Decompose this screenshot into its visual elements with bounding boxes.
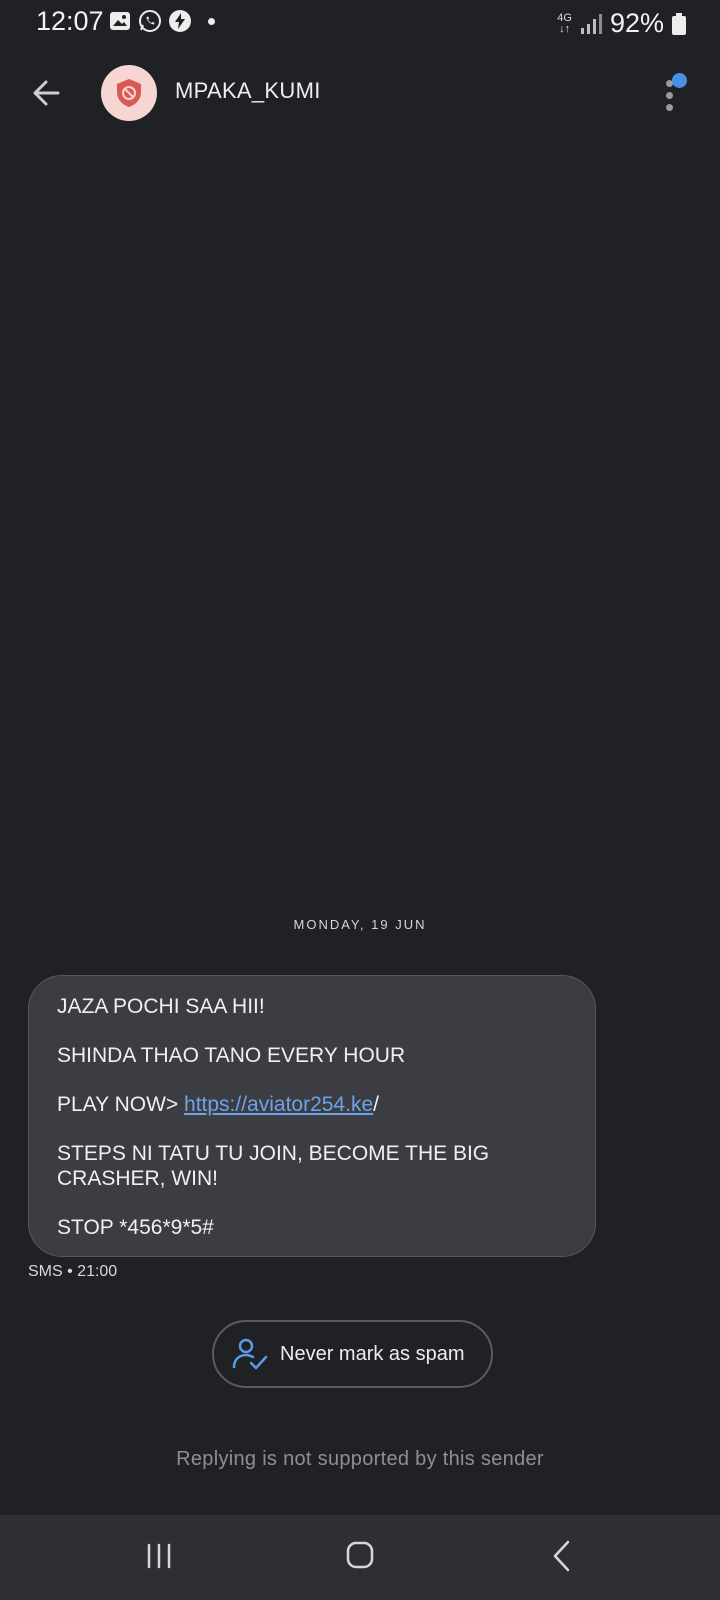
battery-icon — [672, 12, 686, 35]
message-link[interactable]: https://aviator254.ke — [184, 1093, 373, 1116]
message-text: / — [373, 1093, 379, 1116]
message-line: SHINDA THAO TANO EVERY HOUR — [57, 1044, 406, 1067]
reply-not-supported-note: Replying is not supported by this sender — [176, 1448, 544, 1470]
status-time: 12:07 — [36, 6, 104, 36]
gallery-icon — [110, 12, 130, 30]
back-icon[interactable] — [548, 1539, 578, 1573]
conversation-header: MPAKA_KUMI — [0, 60, 720, 126]
notification-badge-icon — [672, 73, 687, 88]
never-mark-spam-button[interactable]: Never mark as spam — [212, 1320, 493, 1388]
avatar[interactable] — [101, 65, 157, 121]
bolt-icon — [169, 10, 191, 32]
spam-shield-icon — [117, 79, 141, 107]
dot-icon — [208, 17, 215, 25]
system-status: 4G ↓↑ 92% — [557, 8, 686, 39]
message-line: STOP *456*9*5# — [57, 1216, 214, 1239]
home-icon[interactable] — [345, 1540, 375, 1570]
contact-name[interactable]: MPAKA_KUMI — [175, 78, 321, 104]
data-arrows-icon: ↓↑ — [559, 22, 571, 35]
never-mark-spam-label: Never mark as spam — [280, 1342, 465, 1365]
date-separator: MONDAY, 19 JUN — [293, 917, 427, 932]
whatsapp-icon — [139, 10, 161, 32]
message-meta: SMS • 21:00 — [28, 1263, 118, 1280]
more-options-button[interactable] — [656, 68, 696, 118]
battery-percentage: 92% — [609, 8, 664, 38]
message-line: JAZA POCHI SAA HII! — [57, 995, 265, 1018]
status-bar: 12:07 4G ↓↑ 92% — [0, 0, 720, 46]
network-indicator: 4G ↓↑ — [557, 11, 572, 35]
back-arrow-icon[interactable] — [28, 73, 68, 113]
message-line: STEPS NI TATU TU JOIN, BECOME THE BIG CR… — [57, 1142, 495, 1190]
recent-apps-icon[interactable] — [144, 1541, 174, 1571]
notification-icons — [108, 9, 215, 33]
navigation-bar — [0, 1515, 720, 1600]
message-line: PLAY NOW> https://aviator254.ke/ — [57, 1092, 567, 1117]
signal-icon — [580, 13, 602, 34]
network-type: 4G — [557, 11, 572, 24]
more-dot — [666, 104, 673, 111]
more-dot — [666, 92, 673, 99]
message-bubble[interactable]: JAZA POCHI SAA HII! SHINDA THAO TANO EVE… — [28, 975, 596, 1257]
message-text: PLAY NOW> — [57, 1093, 185, 1116]
person-check-icon — [232, 1338, 268, 1370]
